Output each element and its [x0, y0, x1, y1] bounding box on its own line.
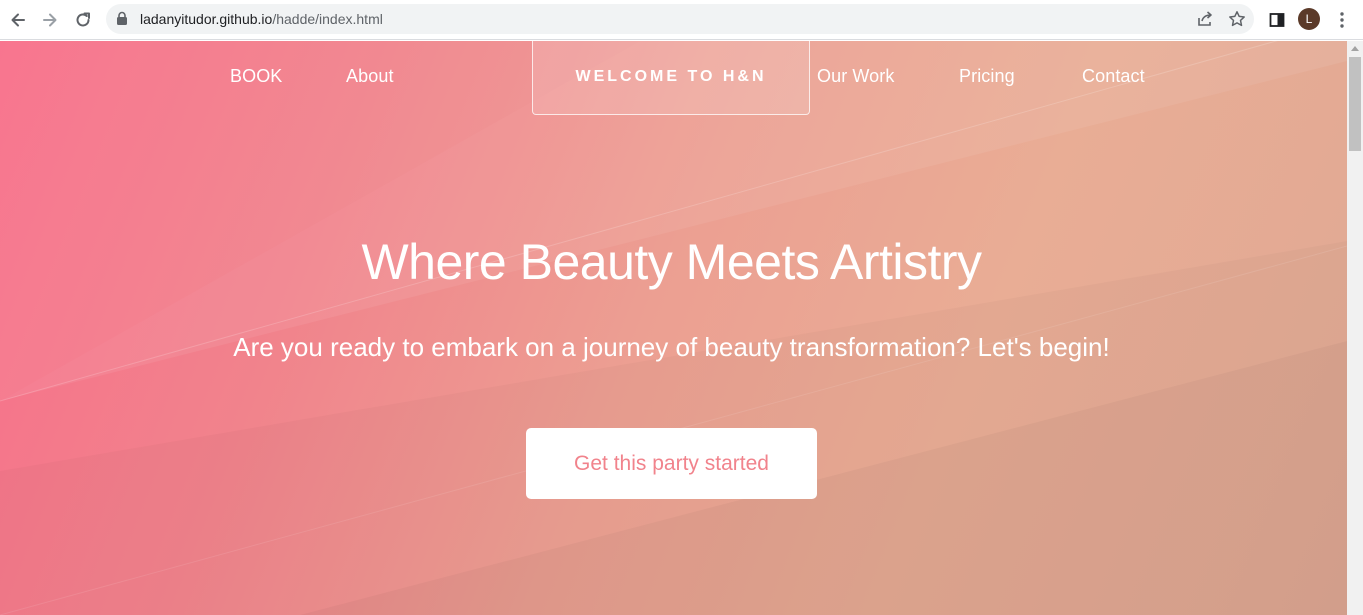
cta-button[interactable]: Get this party started — [526, 428, 817, 499]
nav-pricing[interactable]: Pricing — [959, 66, 1015, 87]
scroll-up-arrow-icon[interactable] — [1351, 46, 1359, 51]
url-host: ladanyitudor.github.io — [140, 11, 273, 27]
hero-subtitle: Are you ready to embark on a journey of … — [233, 332, 1110, 362]
browser-toolbar: ladanyitudor.github.io/hadde/index.html … — [0, 0, 1363, 40]
star-icon[interactable] — [1228, 10, 1246, 28]
back-arrow-icon[interactable] — [6, 8, 30, 32]
url-text[interactable]: ladanyitudor.github.io/hadde/index.html — [140, 4, 383, 34]
lock-icon[interactable] — [116, 11, 128, 31]
nav-book[interactable]: BOOK — [230, 66, 282, 87]
page-scrollbar[interactable] — [1347, 41, 1363, 615]
scrollbar-thumb[interactable] — [1349, 57, 1361, 151]
logo-text: WELCOME TO H&N — [575, 67, 767, 85]
url-path: /hadde/index.html — [272, 11, 383, 27]
nav-contact[interactable]: Contact — [1082, 66, 1145, 87]
side-panel-icon[interactable] — [1265, 8, 1289, 32]
page-viewport: BOOK About WELCOME TO H&N Our Work Prici… — [0, 41, 1347, 615]
nav-about[interactable]: About — [346, 66, 394, 87]
address-bar[interactable]: ladanyitudor.github.io/hadde/index.html — [106, 4, 1254, 34]
hero-title: Where Beauty Meets Artistry — [361, 234, 982, 290]
reload-icon[interactable] — [71, 8, 95, 32]
profile-avatar[interactable]: L — [1298, 8, 1320, 30]
share-icon[interactable] — [1196, 10, 1214, 28]
background-facets — [0, 41, 1347, 615]
forward-arrow-icon[interactable] — [38, 8, 62, 32]
site-logo[interactable]: WELCOME TO H&N — [532, 41, 810, 115]
kebab-menu-icon[interactable] — [1330, 8, 1354, 32]
nav-our-work[interactable]: Our Work — [817, 66, 894, 87]
